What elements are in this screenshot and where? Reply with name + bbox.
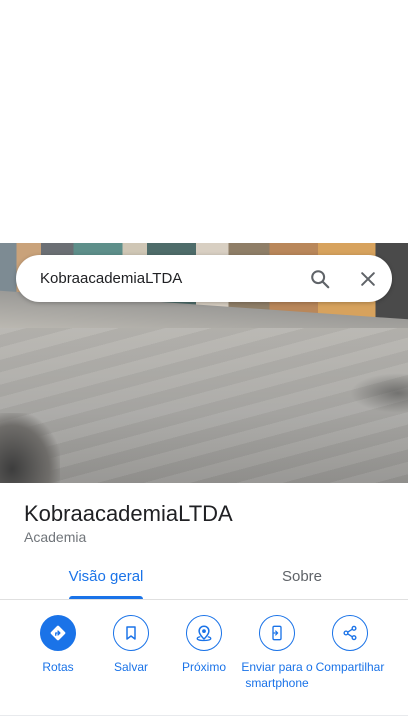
search-bar[interactable]: KobraacademiaLTDA bbox=[16, 255, 392, 302]
bottom-divider bbox=[0, 715, 408, 716]
directions-icon bbox=[50, 625, 66, 641]
tab-about[interactable]: Sobre bbox=[247, 553, 357, 599]
place-sheet: KobraacademiaLTDA Academia Visão geral S… bbox=[0, 483, 408, 726]
place-category: Academia bbox=[24, 529, 87, 545]
place-title: KobraacademiaLTDA bbox=[24, 501, 233, 526]
send-to-phone-button-circle[interactable] bbox=[259, 615, 295, 651]
page: KobraacademiaLTDA KobraacademiaLTDA Acad… bbox=[0, 0, 408, 726]
search-icon bbox=[311, 269, 330, 288]
search-input[interactable]: KobraacademiaLTDA bbox=[16, 270, 296, 287]
directions-label: Rotas bbox=[42, 660, 74, 674]
photo-road bbox=[0, 328, 408, 483]
top-blank-area bbox=[0, 0, 408, 243]
bookmark-icon bbox=[126, 626, 136, 640]
tab-overview[interactable]: Visão geral bbox=[51, 553, 161, 599]
clear-search-button[interactable] bbox=[344, 255, 392, 302]
place-tabs: Visão geral Sobre bbox=[0, 553, 408, 600]
send-to-phone-button[interactable]: Enviar para o smartphone bbox=[239, 615, 315, 691]
photo-puddle bbox=[0, 413, 60, 483]
directions-button-circle[interactable] bbox=[40, 615, 76, 651]
share-button[interactable]: Compartilhar bbox=[312, 615, 388, 675]
photo-shadow bbox=[350, 373, 408, 413]
directions-button[interactable]: Rotas bbox=[20, 615, 96, 675]
save-button-circle[interactable] bbox=[113, 615, 149, 651]
nearby-button-circle[interactable] bbox=[186, 615, 222, 651]
close-icon bbox=[361, 271, 375, 286]
nearby-label: Próximo bbox=[181, 660, 226, 674]
save-label: Salvar bbox=[113, 660, 148, 674]
active-tab-indicator bbox=[69, 596, 143, 599]
save-button[interactable]: Salvar bbox=[93, 615, 169, 675]
share-label: Compartilhar bbox=[315, 660, 385, 674]
send-to-phone-icon bbox=[272, 625, 282, 641]
search-button[interactable] bbox=[296, 255, 344, 302]
action-buttons: Rotas Salvar Próximo Enviar para o smart… bbox=[0, 615, 408, 715]
share-icon bbox=[343, 625, 357, 641]
nearby-button[interactable]: Próximo bbox=[166, 615, 242, 675]
share-button-circle[interactable] bbox=[332, 615, 368, 651]
nearby-icon bbox=[196, 625, 212, 642]
send-to-phone-label: Enviar para o smartphone bbox=[241, 660, 313, 690]
